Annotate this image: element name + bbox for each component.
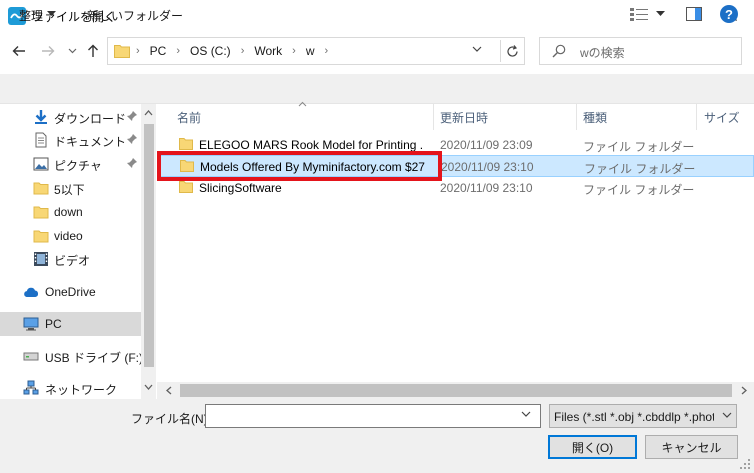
highlight-annotation-box xyxy=(157,151,442,181)
sidebar-item-folder-video[interactable]: video xyxy=(0,224,141,248)
up-arrow-icon xyxy=(88,44,98,57)
back-arrow-icon xyxy=(12,46,25,56)
address-history-chevron-icon[interactable] xyxy=(472,46,482,53)
help-icon: ? xyxy=(725,6,733,22)
column-header-size[interactable]: サイズ xyxy=(704,104,740,130)
column-header-name[interactable]: 名前 xyxy=(177,104,201,130)
scroll-up-icon[interactable] xyxy=(141,106,156,120)
sidebar-item-usb-drive[interactable]: USB ドライブ (F:) xyxy=(0,344,143,368)
sidebar-item-pictures[interactable]: ピクチャ xyxy=(0,152,141,176)
folder-icon xyxy=(33,230,49,243)
resize-grip-icon[interactable] xyxy=(740,459,751,470)
new-folder-button[interactable]: 新しいフォルダー xyxy=(87,7,183,24)
column-divider[interactable] xyxy=(576,104,577,130)
file-name: ELEGOO MARS Rook Model for Printing ... xyxy=(199,138,424,152)
up-button[interactable] xyxy=(83,41,103,61)
filename-input[interactable] xyxy=(205,404,541,428)
scroll-left-button[interactable] xyxy=(162,384,175,397)
cloud-icon xyxy=(24,287,39,297)
breadcrumb-item[interactable]: PC xyxy=(150,44,167,58)
picture-icon xyxy=(33,157,49,171)
chevron-down-icon xyxy=(722,412,732,418)
sidebar-item-videos[interactable]: ビデオ xyxy=(0,247,141,271)
sort-ascending-icon xyxy=(298,101,307,107)
network-icon xyxy=(23,380,39,395)
file-date: 2020/11/09 23:10 xyxy=(441,160,534,174)
sidebar-item-folder-5ika[interactable]: 5以下 xyxy=(0,176,141,200)
column-header-date[interactable]: 更新日時 xyxy=(440,104,488,130)
breadcrumb-item[interactable]: w xyxy=(306,44,315,58)
search-box[interactable]: wの検索 xyxy=(539,37,742,65)
file-type: ファイル フォルダー xyxy=(583,140,695,154)
pin-icon[interactable] xyxy=(126,110,138,122)
open-button[interactable]: 開く(O) xyxy=(548,435,637,459)
folder-icon xyxy=(114,45,130,58)
breadcrumb-item[interactable]: Work xyxy=(254,44,282,58)
column-divider[interactable] xyxy=(696,104,697,130)
cancel-button[interactable]: キャンセル xyxy=(645,435,738,459)
file-type-filter-select[interactable]: Files (*.stl *.obj *.cbddlp *.photon xyxy=(549,404,737,428)
pin-icon[interactable] xyxy=(126,157,138,169)
column-divider[interactable] xyxy=(433,104,434,130)
video-icon xyxy=(34,252,48,266)
breadcrumb: › PC › OS (C:) › Work › w › xyxy=(136,44,329,58)
sidebar-item-network[interactable]: ネットワーク xyxy=(0,376,141,399)
sidebar-item-downloads[interactable]: ダウンロード xyxy=(0,105,141,129)
sidebar-item-documents[interactable]: ドキュメント xyxy=(0,128,141,152)
view-options-icon[interactable] xyxy=(630,7,648,21)
pc-icon xyxy=(23,317,39,331)
horizontal-scrollbar-thumb[interactable] xyxy=(180,384,732,397)
document-icon xyxy=(35,132,47,148)
preview-pane-icon[interactable] xyxy=(686,7,702,21)
folder-icon xyxy=(179,181,193,193)
chevron-down-icon xyxy=(68,48,76,54)
pin-icon[interactable] xyxy=(126,133,138,145)
scroll-left-icon xyxy=(165,386,171,395)
forward-button[interactable] xyxy=(38,41,58,61)
folder-icon xyxy=(33,182,49,195)
command-bar xyxy=(0,74,754,104)
address-bar[interactable]: › PC › OS (C:) › Work › w › xyxy=(107,37,525,65)
organize-button[interactable]: 整理 xyxy=(19,7,43,24)
usb-drive-icon xyxy=(23,352,39,361)
filename-label: ファイル名(N): xyxy=(131,412,211,426)
file-name: SlicingSoftware xyxy=(199,181,282,195)
chevron-down-icon[interactable] xyxy=(521,411,531,418)
download-icon xyxy=(35,110,47,124)
breadcrumb-item[interactable]: OS (C:) xyxy=(190,44,231,58)
file-date: 2020/11/09 23:10 xyxy=(440,181,533,195)
sidebar-item-folder-down[interactable]: down xyxy=(0,200,141,224)
column-header-type[interactable]: 種類 xyxy=(583,104,607,130)
caret-down-icon xyxy=(47,11,56,16)
refresh-icon xyxy=(507,44,518,57)
navigation-pane: ダウンロード ドキュメント ピクチャ 5以下 down video ビデオ On… xyxy=(0,104,156,399)
folder-icon xyxy=(179,138,193,150)
forward-arrow-icon xyxy=(42,46,55,56)
back-button[interactable] xyxy=(9,41,29,61)
caret-down-icon[interactable] xyxy=(656,11,665,16)
sidebar-item-pc[interactable]: PC xyxy=(0,312,141,336)
folder-icon xyxy=(33,206,49,219)
help-button[interactable]: ? xyxy=(720,5,738,23)
file-type: ファイル フォルダー xyxy=(584,162,696,176)
sidebar-item-onedrive[interactable]: OneDrive xyxy=(0,280,141,304)
sidebar-scrollbar-thumb[interactable] xyxy=(144,124,154,367)
search-icon xyxy=(552,44,566,58)
search-placeholder: wの検索 xyxy=(580,46,625,60)
scroll-right-icon xyxy=(741,386,747,395)
file-date: 2020/11/09 23:09 xyxy=(440,138,533,152)
scroll-down-icon[interactable] xyxy=(141,380,156,394)
recent-locations-button[interactable] xyxy=(62,41,82,61)
file-type: ファイル フォルダー xyxy=(583,183,695,197)
scroll-right-button[interactable] xyxy=(737,384,750,397)
refresh-button[interactable] xyxy=(500,40,524,62)
